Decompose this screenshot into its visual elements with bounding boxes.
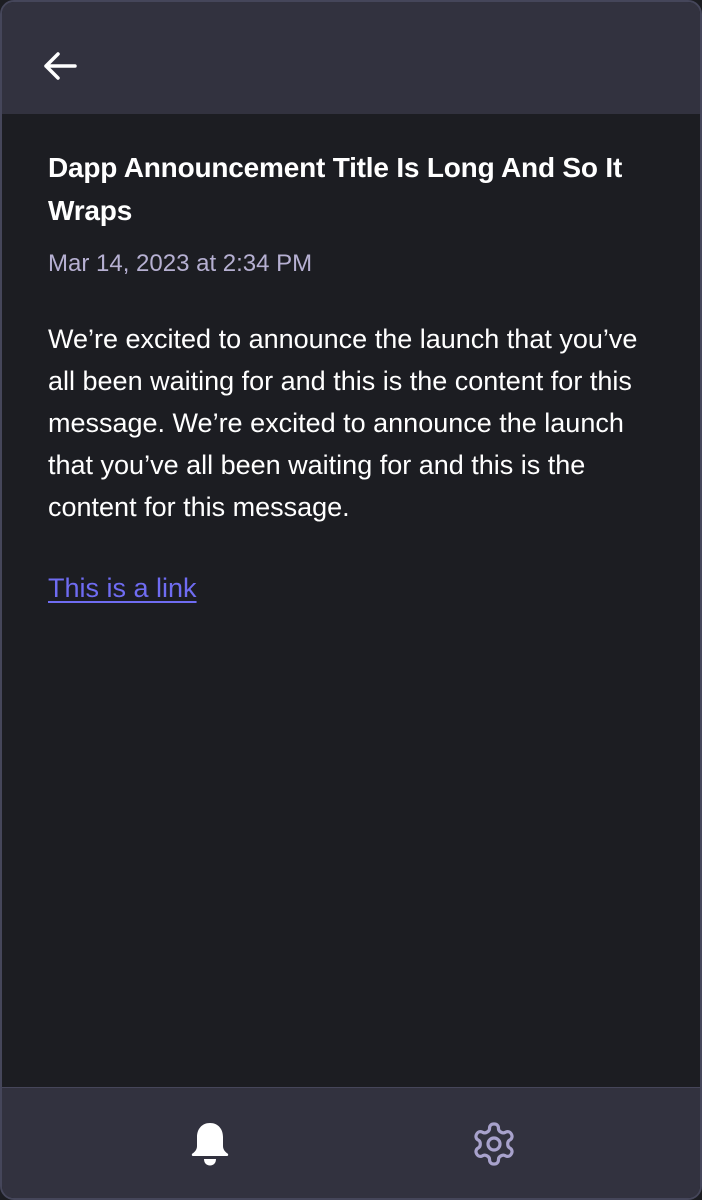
message-timestamp: Mar 14, 2023 at 2:34 PM [48,250,313,277]
message-detail: Dapp Announcement Title Is Long And So I… [48,114,660,606]
bottom-navigation [2,1087,700,1198]
app-window: Dapp Announcement Title Is Long And So I… [0,0,702,1200]
nav-settings-button[interactable] [470,1118,518,1170]
message-link[interactable]: This is a link [48,570,197,606]
back-button[interactable] [38,44,82,88]
message-title: Dapp Announcement Title Is Long And So I… [48,152,623,226]
nav-notifications-button[interactable] [186,1118,234,1170]
header-bar [2,2,700,114]
arrow-left-icon [44,52,77,80]
gear-icon [474,1122,514,1166]
message-body: We’re excited to announce the launch tha… [48,324,638,522]
bell-icon [191,1123,229,1166]
